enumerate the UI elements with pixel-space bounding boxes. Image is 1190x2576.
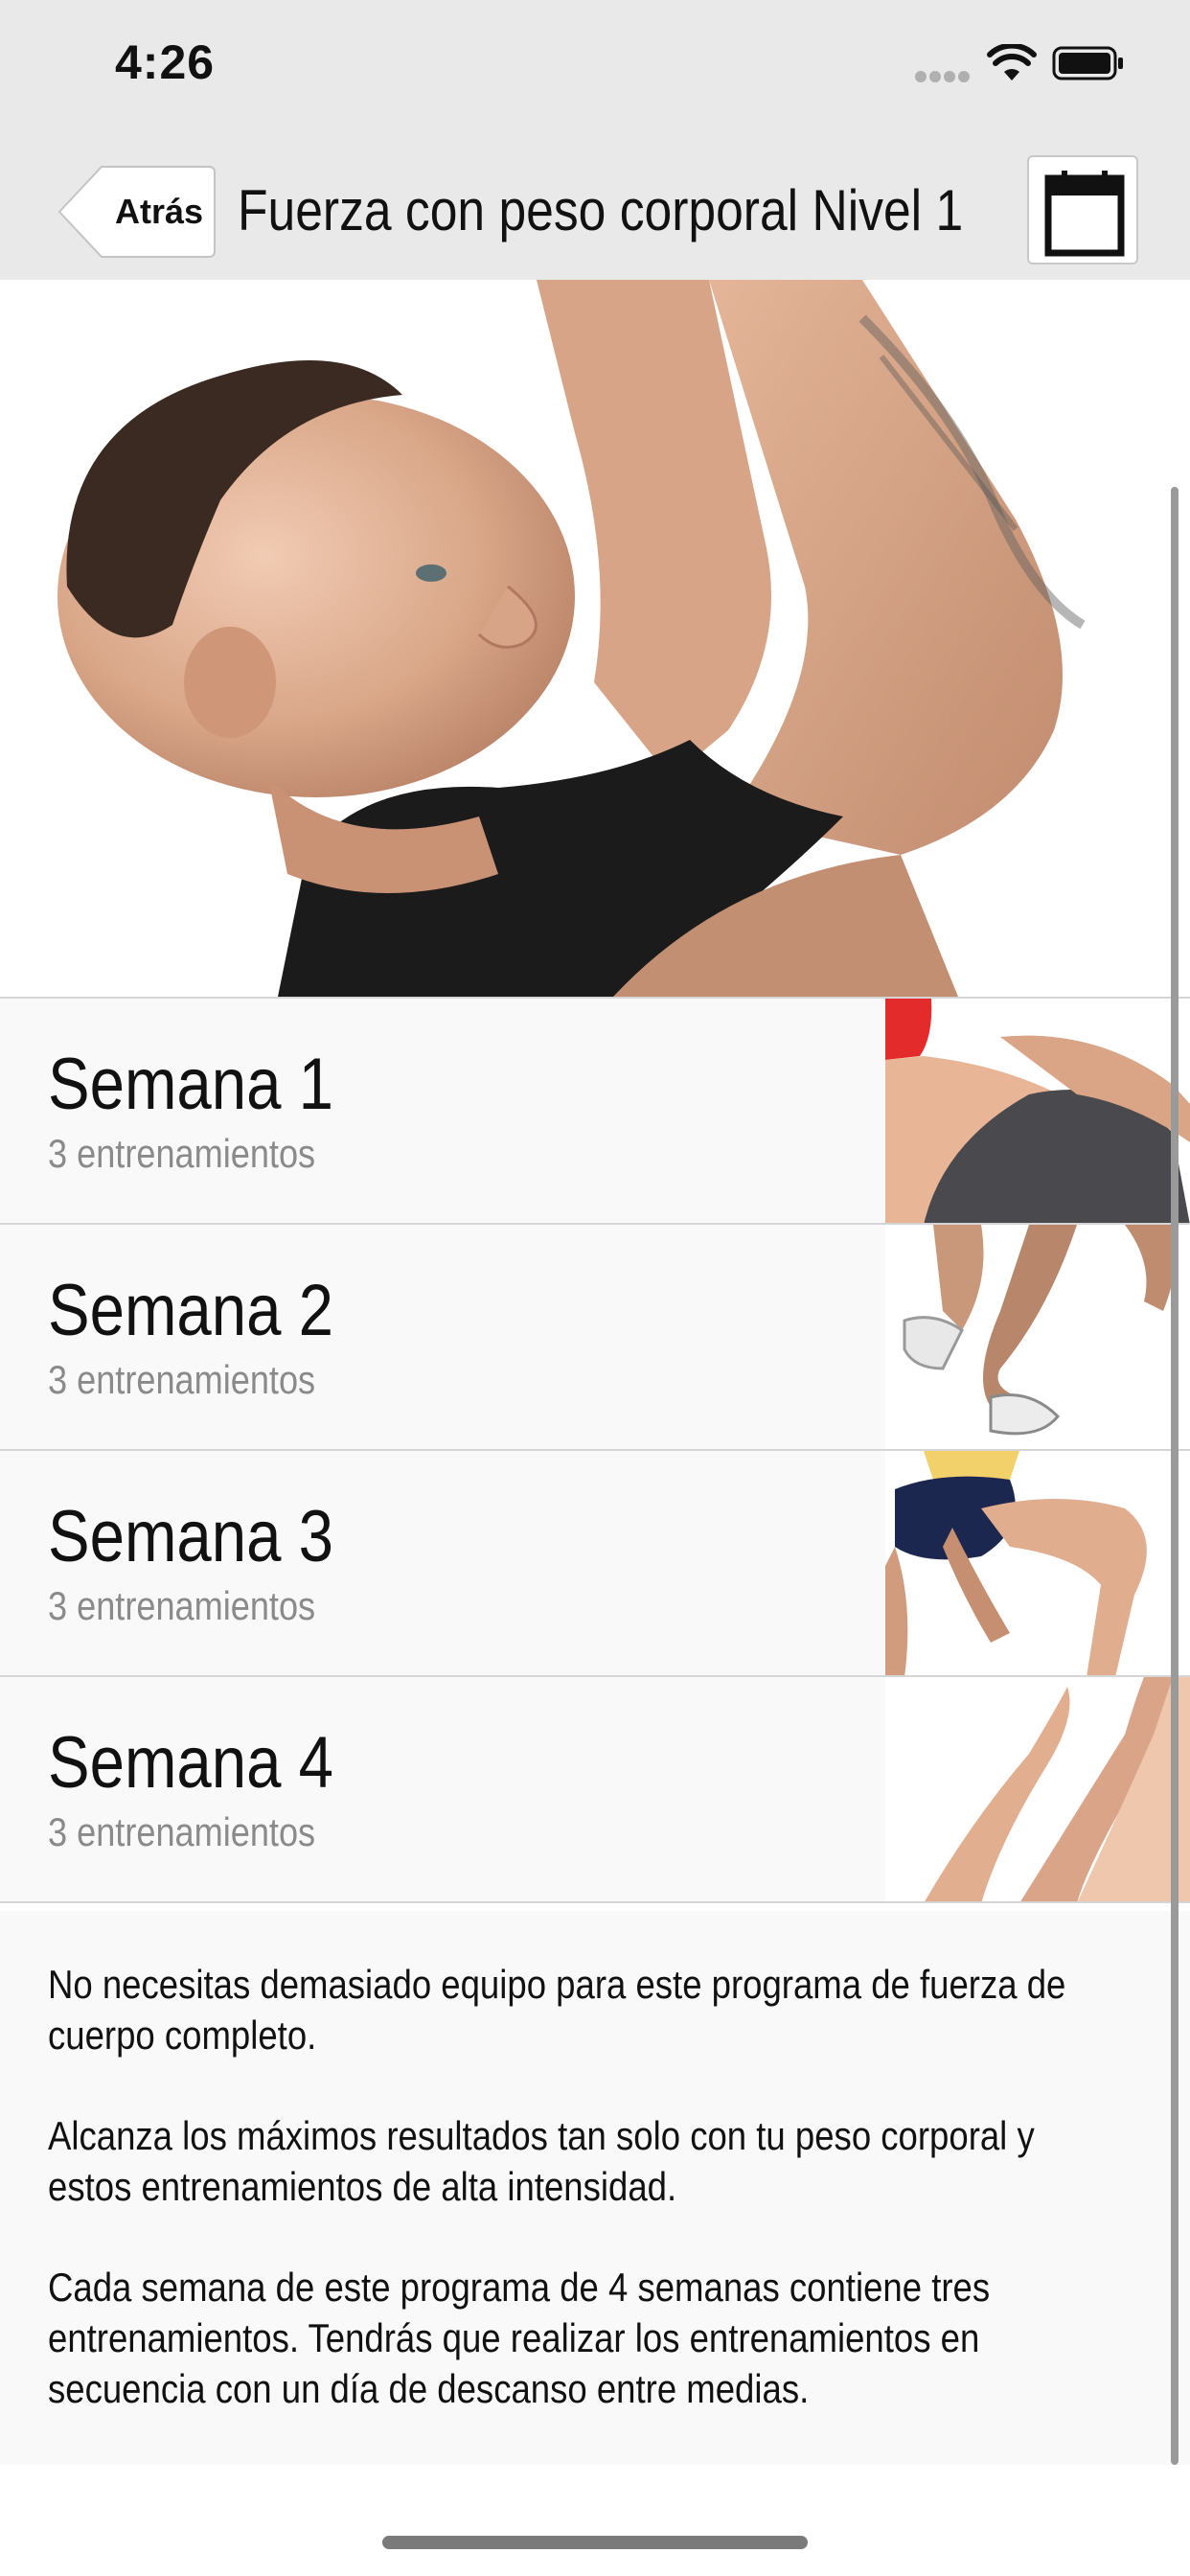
week-2-thumbnail-image: [885, 1225, 1190, 1449]
calendar-icon: [1044, 171, 1125, 257]
week-row-3[interactable]: Semana 3 3 entrenamientos: [0, 1449, 1190, 1675]
scroll-indicator[interactable]: [1171, 487, 1179, 2465]
navigation-bar: Atrás Fuerza con peso corporal Nivel 1: [0, 134, 1190, 282]
calendar-button[interactable]: [1027, 155, 1138, 264]
home-indicator[interactable]: [382, 2536, 808, 2549]
page-title: Fuerza con peso corporal Nivel 1: [238, 178, 964, 242]
battery-icon: [1052, 46, 1123, 80]
cellular-signal-icon: [915, 70, 973, 82]
week-title: Semana 2: [48, 1270, 333, 1351]
screen: 4:26 Atrás Fuerza con peso corporal Nive…: [0, 0, 1190, 2576]
hero-image: [0, 280, 1190, 997]
week-subtitle: 3 entrenamientos: [48, 1809, 316, 1854]
week-list: Semana 1 3 entrenamientos Semana 2 3 ent…: [0, 997, 1190, 1903]
back-button[interactable]: Atrás: [56, 165, 217, 259]
description-text: No necesitas demasiado equipo para este …: [48, 1959, 1082, 2464]
week-row-4[interactable]: Semana 4 3 entrenamientos: [0, 1675, 1190, 1903]
week-row-2[interactable]: Semana 2 3 entrenamientos: [0, 1223, 1190, 1449]
status-time: 4:26: [115, 35, 216, 89]
description-paragraph-1: No necesitas demasiado equipo para este …: [48, 1962, 1066, 2058]
week-subtitle: 3 entrenamientos: [48, 1583, 316, 1628]
week-title: Semana 1: [48, 1044, 333, 1125]
week-title: Semana 3: [48, 1496, 333, 1577]
status-bar: 4:26: [0, 0, 1190, 134]
week-3-thumbnail-image: [885, 1451, 1190, 1675]
week-row-1[interactable]: Semana 1 3 entrenamientos: [0, 997, 1190, 1223]
description-paragraph-3: Cada semana de este programa de 4 semana…: [48, 2265, 991, 2411]
wifi-icon: [987, 44, 1037, 80]
week-subtitle: 3 entrenamientos: [48, 1131, 316, 1176]
description-paragraph-2: Alcanza los máximos resultados tan solo …: [48, 2113, 1035, 2209]
program-description: No necesitas demasiado equipo para este …: [0, 1911, 1190, 2465]
week-1-thumbnail-image: [885, 999, 1190, 1223]
week-4-thumbnail-image: [885, 1677, 1190, 1901]
week-subtitle: 3 entrenamientos: [48, 1357, 316, 1402]
back-label: Atrás: [114, 192, 204, 231]
week-title: Semana 4: [48, 1722, 333, 1804]
